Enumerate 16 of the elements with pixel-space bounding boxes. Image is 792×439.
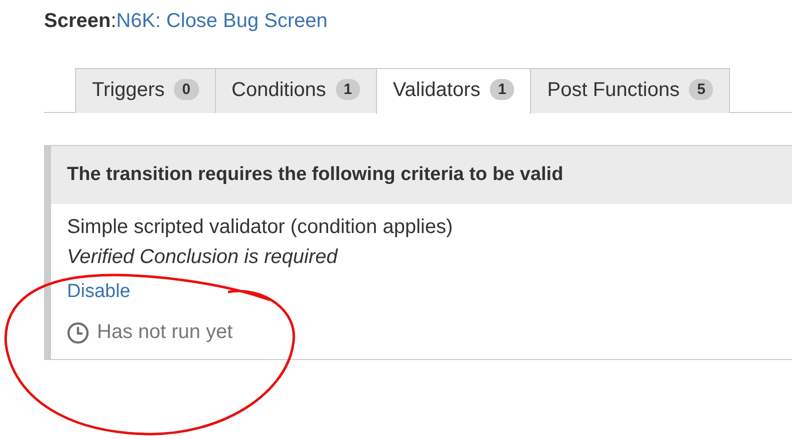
panel-heading: The transition requires the following criteria to be valid <box>51 146 792 204</box>
disable-link[interactable]: Disable <box>67 281 130 321</box>
count-badge: 1 <box>490 79 514 100</box>
validator-title: Simple scripted validator (condition applies) <box>67 216 454 240</box>
count-badge: 1 <box>336 79 360 100</box>
tab[interactable]: Validators 1 <box>376 68 532 114</box>
count-badge: 5 <box>689 79 714 100</box>
count-badge: 0 <box>174 79 199 100</box>
screen-label: Screen: <box>44 10 116 32</box>
tab[interactable]: Triggers 0 <box>75 68 216 113</box>
validator-description: Verified Conclusion is required <box>67 246 339 270</box>
tab[interactable]: Post Functions 5 <box>530 68 730 113</box>
status-text: Has not run yet <box>97 321 233 344</box>
screen-link[interactable]: N6K: Close Bug Screen <box>116 10 328 32</box>
clock-icon <box>67 322 89 344</box>
tab[interactable]: Conditions 1 <box>214 68 377 113</box>
